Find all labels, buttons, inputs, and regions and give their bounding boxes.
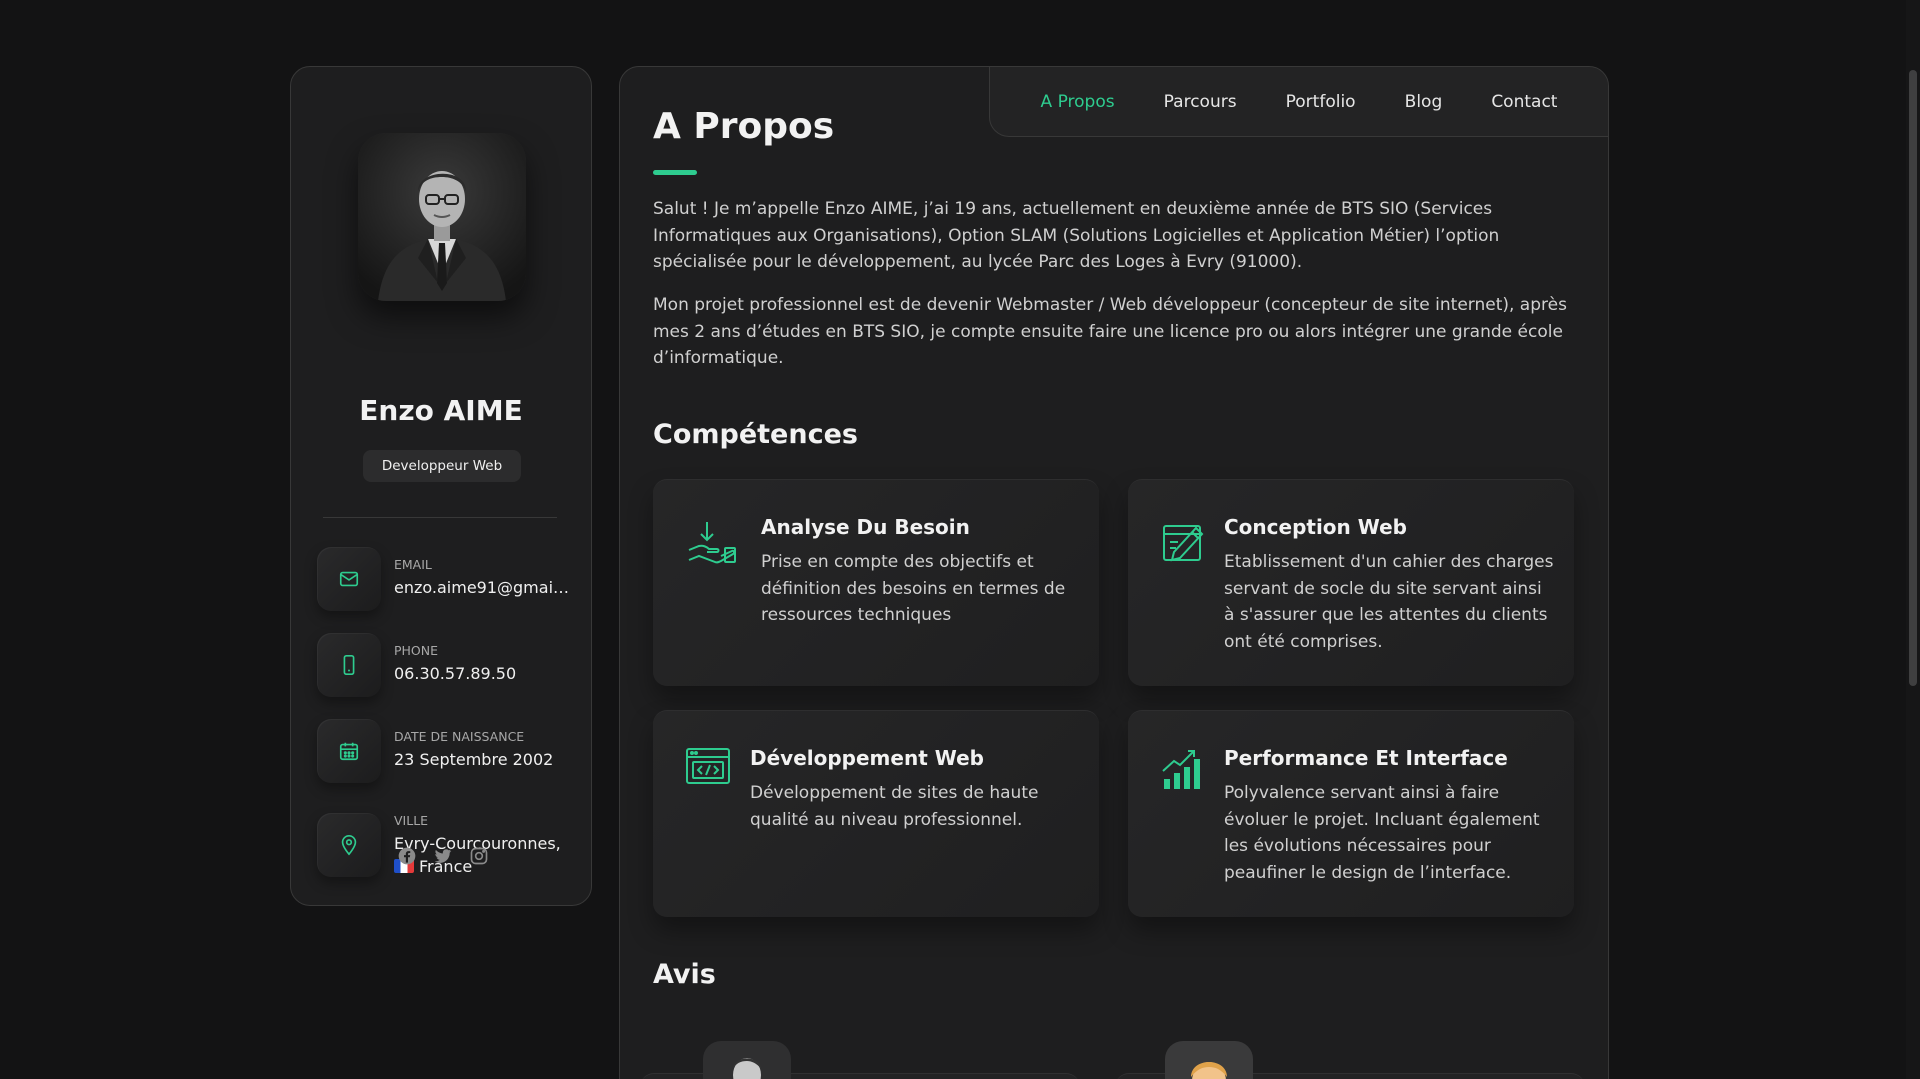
twitter-icon[interactable]: [433, 846, 453, 866]
skill-title: Performance Et Interface: [1224, 746, 1508, 770]
sidebar-divider: [323, 517, 557, 518]
review-avatar: [1165, 1041, 1253, 1079]
skill-title: Analyse Du Besoin: [761, 515, 970, 539]
skill-title: Conception Web: [1224, 515, 1407, 539]
skill-card-developpement: Développement Web Développement de sites…: [653, 710, 1099, 917]
review-avatar: [703, 1041, 791, 1079]
nav-a-propos[interactable]: A Propos: [1041, 92, 1115, 112]
skill-card-performance: Performance Et Interface Polyvalence ser…: [1128, 710, 1574, 917]
nav-contact[interactable]: Contact: [1491, 92, 1557, 112]
profile-avatar: [358, 133, 526, 301]
email-label: EMAIL: [394, 557, 432, 572]
role-badge: Developpeur Web: [363, 450, 521, 482]
top-navbar: A Propos Parcours Portfolio Blog Contact: [989, 67, 1608, 137]
portfolio-page: Enzo AIME Developpeur Web EMAIL enzo.aim…: [0, 0, 1920, 1079]
about-paragraph-2: Mon projet professionnel est de devenir …: [653, 295, 1567, 368]
profile-sidebar: Enzo AIME Developpeur Web EMAIL enzo.aim…: [290, 66, 592, 906]
nav-portfolio[interactable]: Portfolio: [1286, 92, 1356, 112]
hand-download-icon: [688, 522, 736, 564]
email-link[interactable]: enzo.aime91@gmail.com: [394, 578, 570, 597]
scrollbar-thumb[interactable]: [1909, 70, 1917, 686]
skill-description: Prise en compte des objectifs et définit…: [761, 552, 1066, 625]
phone-link[interactable]: 06.30.57.89.50: [394, 664, 570, 683]
phone-icon: [317, 633, 381, 697]
design-edit-icon: [1163, 525, 1204, 562]
bar-chart-icon: [1162, 750, 1200, 789]
skill-card-conception: Conception Web Etablissement d'un cahier…: [1128, 479, 1574, 686]
main-panel: A Propos Parcours Portfolio Blog Contact…: [619, 66, 1609, 1079]
birthdate-label: DATE DE NAISSANCE: [394, 729, 525, 744]
mail-icon: [317, 547, 381, 611]
skill-description: Développement de sites de haute qualité …: [750, 783, 1039, 830]
page-scrollbar[interactable]: [1906, 0, 1920, 1079]
nav-parcours[interactable]: Parcours: [1164, 92, 1237, 112]
location-pin-icon: [317, 813, 381, 877]
reviews-title: Avis: [653, 959, 716, 990]
social-links: [397, 846, 489, 866]
skill-title: Développement Web: [750, 746, 984, 770]
birthdate-value: 23 Septembre 2002: [394, 750, 554, 769]
calendar-icon: [317, 719, 381, 783]
phone-label: PHONE: [394, 643, 439, 658]
skill-description: Polyvalence servant ainsi à faire évolue…: [1224, 783, 1540, 883]
instagram-icon[interactable]: [469, 846, 489, 866]
nav-blog[interactable]: Blog: [1405, 92, 1443, 112]
facebook-icon[interactable]: [397, 846, 417, 866]
page-title: A Propos: [653, 106, 835, 147]
skill-card-analyse: Analyse Du Besoin Prise en compte des ob…: [653, 479, 1099, 686]
about-paragraph-1: Salut ! Je m’appelle Enzo AIME, j’ai 19 …: [653, 199, 1500, 272]
code-window-icon: [686, 748, 730, 784]
profile-name: Enzo AIME: [359, 394, 523, 427]
title-underline: [653, 170, 697, 175]
city-label: VILLE: [394, 813, 429, 828]
skill-description: Etablissement d'un cahier des charges se…: [1224, 552, 1554, 652]
skills-title: Compétences: [653, 419, 858, 450]
